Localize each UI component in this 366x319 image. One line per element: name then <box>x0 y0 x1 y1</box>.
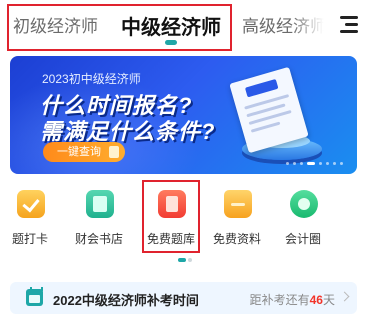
banner-query-button[interactable]: 一键查询 <box>43 142 125 162</box>
notice-title: 2022中级经济师补考时间 <box>53 293 199 308</box>
countdown-suffix: 天 <box>322 293 335 307</box>
level-tabs: 初级经济师 中级经济师 高级经济师 <box>0 0 366 52</box>
quick-link-label: 财会书店 <box>74 232 123 246</box>
quick-link-checkin[interactable]: 题打卡 <box>0 186 62 248</box>
quick-link-label: 会计圈 <box>284 232 321 246</box>
banner-subtitle: 2023初中级经济师 <box>42 72 141 86</box>
quick-link-materials[interactable]: 免费资料 <box>205 186 269 248</box>
countdown-prefix: 距补考还有 <box>249 293 310 307</box>
countdown-text: 距补考还有46天 <box>250 291 335 308</box>
chevron-right-icon <box>339 291 350 302</box>
countdown-days: 46 <box>309 293 323 307</box>
quick-link-community[interactable]: 会计圈 <box>271 186 335 248</box>
hand-pointer-icon <box>109 146 119 158</box>
highlight-box-tabs <box>7 4 232 51</box>
folder-icon <box>224 190 252 218</box>
highlight-box-question-bank <box>142 180 200 253</box>
checkbox-icon <box>17 190 45 218</box>
quick-link-bookstore[interactable]: 财会书店 <box>67 186 131 248</box>
tab-fade-overlay <box>292 0 334 52</box>
promo-banner[interactable]: 2023初中级经济师 什么时间报名? 需满足什么条件? 一键查询 <box>10 56 357 174</box>
quick-link-label: 题打卡 <box>11 232 48 246</box>
quick-link-label: 免费资料 <box>212 232 261 246</box>
community-icon <box>290 190 318 218</box>
calendar-icon <box>26 287 43 306</box>
menu-icon[interactable] <box>340 15 358 33</box>
banner-query-label: 一键查询 <box>57 146 101 158</box>
app-screen: 初级经济师 中级经济师 高级经济师 2023初中级经济师 什么时间报名? 需满足… <box>0 0 366 319</box>
book-icon <box>86 190 114 218</box>
exam-countdown-bar[interactable]: 2022中级经济师补考时间 距补考还有46天 <box>10 282 357 314</box>
